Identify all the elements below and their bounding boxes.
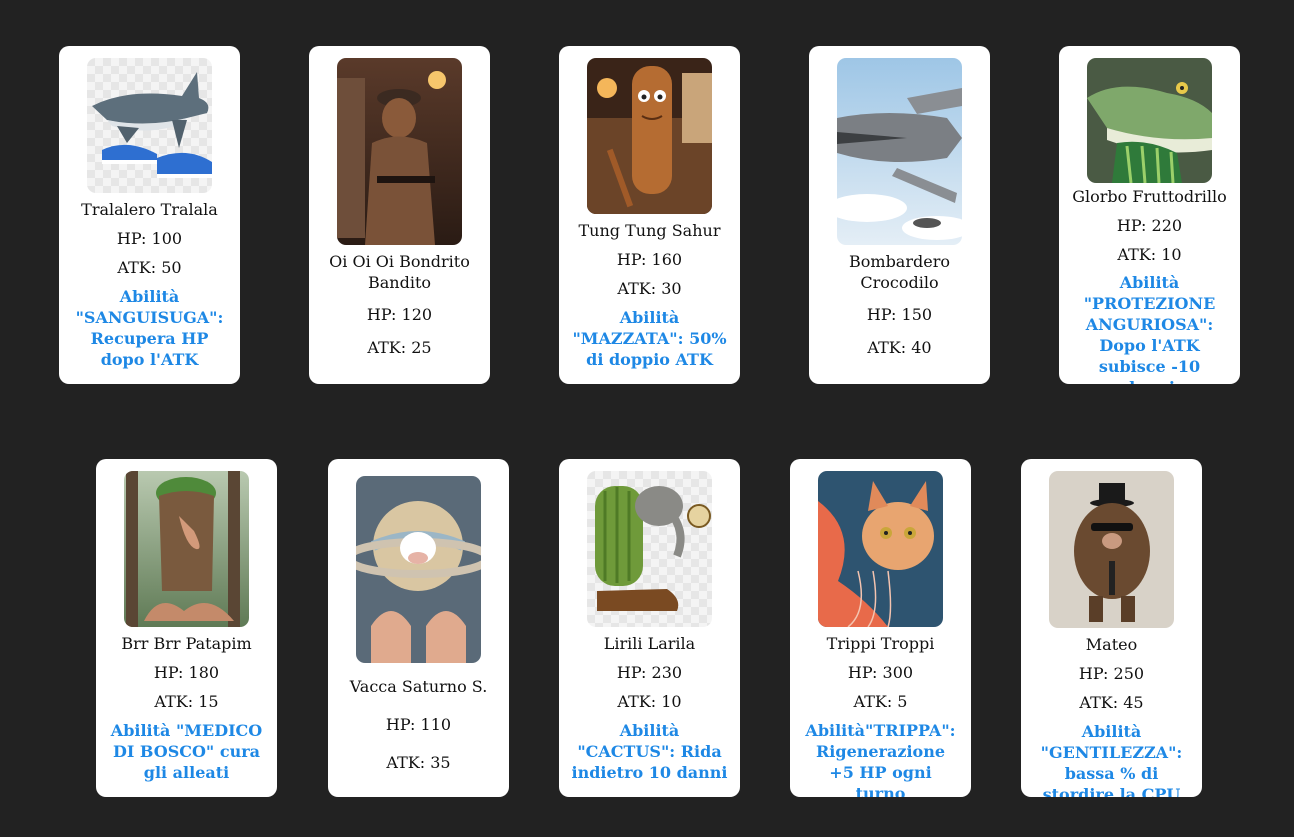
card-hp: HP: 220 — [1116, 216, 1183, 235]
wooden-figure-bat-image — [587, 58, 712, 214]
card-ability: Abilità "MAZZATA": 50% di doppio ATK — [572, 308, 727, 369]
card-atk: ATK: 45 — [1079, 693, 1144, 712]
card-name: Tung Tung Sahur — [578, 221, 721, 240]
card-brr-brr[interactable]: Brr Brr Patapim HP: 180 ATK: 15 Abilità … — [96, 459, 277, 797]
cactus-elephant-image — [587, 471, 712, 627]
card-trippi[interactable]: Trippi Troppi HP: 300 ATK: 5 Abilità"TRI… — [790, 459, 971, 797]
card-ability: Abilità "GENTILEZZA": bassa % di stordir… — [1040, 722, 1183, 797]
card-name: Bombardero Crocodilo — [849, 252, 950, 292]
card-name: Brr Brr Patapim — [121, 634, 252, 653]
card-tralalero[interactable]: Tralalero Tralala HP: 100 ATK: 50 Abilit… — [59, 46, 240, 384]
card-hp: HP: 100 — [116, 229, 183, 248]
card-hp: HP: 230 — [616, 663, 683, 682]
card-tung-tung[interactable]: Tung Tung Sahur HP: 160 ATK: 30 Abilità … — [559, 46, 740, 384]
card-hp: HP: 110 — [385, 715, 452, 734]
card-glorbo[interactable]: Glorbo Fruttodrillo HP: 220 ATK: 10 Abil… — [1059, 46, 1240, 384]
card-atk: ATK: 40 — [867, 338, 932, 357]
card-hp: HP: 250 — [1078, 664, 1145, 683]
hairy-creature-hat-image — [1049, 471, 1174, 628]
card-hp: HP: 150 — [866, 305, 933, 324]
crocodile-bomber-image — [837, 58, 962, 245]
card-name: Trippi Troppi — [826, 634, 935, 653]
card-bombardero[interactable]: Bombardero Crocodilo HP: 150 ATK: 40 — [809, 46, 990, 384]
gangster-creature-image — [337, 58, 462, 245]
card-name: Mateo — [1085, 635, 1138, 654]
card-lirili[interactable]: Lirili Larila HP: 230 ATK: 10 Abilità "C… — [559, 459, 740, 797]
card-atk: ATK: 10 — [617, 692, 682, 711]
card-name: Glorbo Fruttodrillo — [1072, 187, 1227, 206]
cow-saturn-image — [356, 476, 481, 663]
card-atk: ATK: 5 — [853, 692, 908, 711]
card-bondrito[interactable]: Oi Oi Oi Bondrito Bandito HP: 120 ATK: 2… — [309, 46, 490, 384]
card-atk: ATK: 25 — [367, 338, 432, 357]
card-name: Vacca Saturno S. — [349, 677, 488, 696]
card-ability: Abilità "PROTEZIONE ANGURIOSA": Dopo l'A… — [1083, 273, 1216, 384]
card-name: Oi Oi Oi Bondrito Bandito — [329, 252, 470, 292]
shrimp-cat-image — [818, 471, 943, 627]
card-atk: ATK: 15 — [154, 692, 219, 711]
card-hp: HP: 120 — [366, 305, 433, 324]
card-atk: ATK: 35 — [386, 753, 451, 772]
forest-tree-creature-image — [124, 471, 249, 627]
card-hp: HP: 180 — [153, 663, 220, 682]
card-ability: Abilità "MEDICO DI BOSCO" cura gli allea… — [110, 721, 263, 782]
card-hp: HP: 160 — [616, 250, 683, 269]
card-vacca[interactable]: Vacca Saturno S. HP: 110 ATK: 35 — [328, 459, 509, 797]
card-ability: Abilità "CACTUS": Rida indietro 10 danni — [571, 721, 728, 782]
card-name: Lirili Larila — [603, 634, 696, 653]
card-atk: ATK: 50 — [117, 258, 182, 277]
card-hp: HP: 300 — [847, 663, 914, 682]
card-atk: ATK: 10 — [1117, 245, 1182, 264]
card-ability: Abilità "SANGUISUGA": Recupera HP dopo l… — [75, 287, 224, 369]
card-mateo[interactable]: Mateo HP: 250 ATK: 45 Abilità "GENTILEZZ… — [1021, 459, 1202, 797]
watermelon-crocodile-image — [1087, 58, 1212, 183]
card-name: Tralalero Tralala — [81, 200, 218, 219]
card-atk: ATK: 30 — [617, 279, 682, 298]
card-ability: Abilità"TRIPPA": Rigenerazione +5 HP ogn… — [805, 721, 956, 797]
shark-sneakers-image — [87, 58, 212, 193]
